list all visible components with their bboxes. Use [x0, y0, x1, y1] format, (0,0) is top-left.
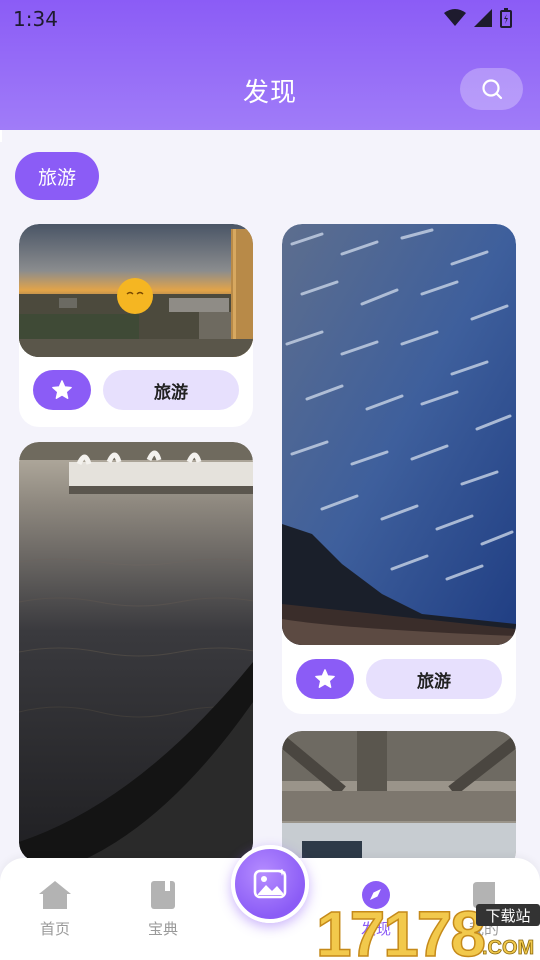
- image-icon: [253, 869, 287, 899]
- status-time: 1:34: [13, 7, 58, 31]
- gallery-center-button[interactable]: [231, 845, 309, 923]
- card-tag-button[interactable]: 旅游: [366, 659, 502, 699]
- card-image-lake[interactable]: [19, 442, 253, 862]
- nav-item-home[interactable]: 首页: [25, 880, 85, 939]
- feed-card[interactable]: 旅游: [19, 224, 253, 427]
- card-actions: 旅游: [33, 370, 239, 410]
- card-actions: 旅游: [296, 659, 502, 699]
- favorite-button[interactable]: [296, 659, 354, 699]
- star-icon: [52, 380, 72, 399]
- nav-label-home: 首页: [39, 920, 70, 938]
- bridge-image: [282, 731, 516, 871]
- fish-dome-image: [282, 224, 516, 645]
- card-image-city[interactable]: [19, 224, 253, 357]
- feed-card[interactable]: [282, 731, 516, 871]
- card-image-fish[interactable]: [282, 224, 516, 645]
- watermark-site: 下载站: [485, 907, 530, 925]
- signal-icon: [474, 9, 492, 27]
- search-button[interactable]: [460, 68, 523, 110]
- lake-swan-boats-image: [19, 442, 253, 862]
- nav-label-guide: 宝典: [147, 920, 178, 938]
- search-icon: [481, 79, 502, 100]
- battery-icon: [500, 8, 512, 28]
- home-icon: [39, 881, 71, 909]
- star-icon: [315, 669, 335, 688]
- feed-card[interactable]: 旅游: [282, 224, 516, 714]
- page-title: 发现: [242, 78, 297, 108]
- book-icon: [151, 881, 175, 909]
- city-sunset-image: [19, 224, 253, 357]
- status-icons: [444, 8, 512, 28]
- card-tag-button[interactable]: 旅游: [103, 370, 239, 410]
- wifi-icon: [444, 9, 466, 26]
- watermark-number: 17178: [316, 898, 484, 960]
- favorite-button[interactable]: [33, 370, 91, 410]
- feed-card[interactable]: [19, 442, 253, 862]
- watermark-domain: .COM: [482, 937, 534, 959]
- card-image-bridge[interactable]: [282, 731, 516, 871]
- category-chip-travel[interactable]: 旅游: [15, 152, 99, 200]
- divider: [0, 130, 2, 142]
- status-bar: 1:34: [0, 0, 540, 38]
- watermark-logo: 17178 下载站 .COM: [315, 897, 540, 960]
- nav-item-guide[interactable]: 宝典: [133, 880, 193, 939]
